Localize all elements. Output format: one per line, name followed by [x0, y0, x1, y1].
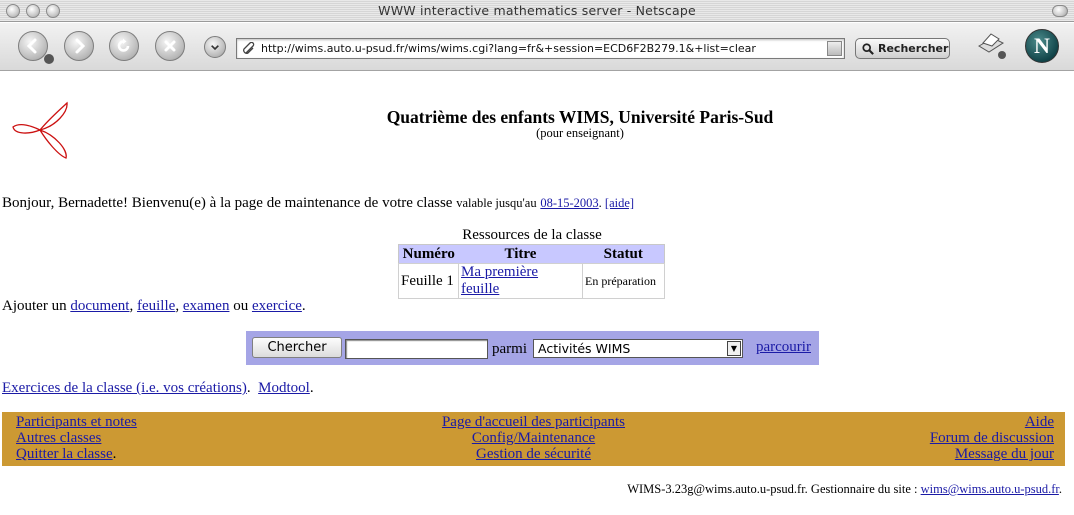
add-examen-link[interactable]: examen [183, 298, 230, 314]
participants-notes-link[interactable]: Participants et notes [16, 414, 137, 430]
reload-button[interactable] [109, 31, 139, 61]
footer-menu: Page d'accueil des participants Config/M… [2, 412, 1065, 466]
page-subtitle: (pour enseignant) [536, 126, 624, 140]
table-row: Feuille 1 Ma première feuille En prépara… [398, 263, 665, 299]
period: . [246, 380, 251, 396]
discussion-forum-link[interactable]: Forum de discussion [930, 430, 1054, 446]
printer-icon [978, 33, 1006, 59]
participants-homepage-link[interactable]: Page d'accueil des participants [442, 414, 625, 430]
resources-caption: Ressources de la classe [462, 227, 602, 243]
security-management-link[interactable]: Gestion de sécurité [476, 446, 591, 462]
comma: , [129, 298, 134, 314]
wims-logo [12, 101, 68, 159]
row-numero: Feuille 1 [398, 263, 459, 299]
sheet-title-link[interactable]: Ma première feuille [461, 264, 538, 297]
search-button[interactable]: Rechercher [855, 38, 950, 59]
search-scope-select[interactable]: Activités WIMS ▼ [533, 339, 743, 358]
or-word: ou [233, 298, 249, 314]
config-maintenance-link[interactable]: Config/Maintenance [472, 430, 595, 446]
period: . [598, 196, 602, 210]
class-exercises-link[interactable]: Exercices de la classe (i.e. vos créatio… [2, 380, 247, 396]
period: . [112, 446, 117, 462]
footer-menu-center: Page d'accueil des participants Config/M… [2, 414, 1065, 462]
footer-menu-right: Aide Forum de discussion Message du jour [930, 414, 1054, 462]
column-header-numero: Numéro [398, 244, 459, 264]
message-of-day-link[interactable]: Message du jour [930, 446, 1054, 462]
valid-until-label: valable jusqu'au [456, 196, 537, 210]
add-exercice-link[interactable]: exercice [252, 298, 302, 314]
add-resource-line: Ajouter un document, feuille, examen ou … [2, 298, 306, 315]
chercher-button[interactable]: Chercher [252, 337, 342, 358]
site-footer: WIMS-3.23g@wims.auto.u-psud.fr. Gestionn… [627, 482, 1062, 497]
search-input[interactable] [345, 339, 488, 359]
help-link[interactable]: [aide] [605, 196, 634, 210]
url-text: http://wims.auto.u-psud.fr/wims/wims.cgi… [261, 42, 756, 55]
period: . [301, 298, 306, 314]
column-header-titre: Titre [458, 244, 583, 264]
reload-icon [117, 38, 130, 52]
column-header-statut: Statut [582, 244, 665, 264]
paperclip-icon [243, 42, 255, 54]
admin-email-link[interactable]: wims@wims.auto.u-psud.fr [921, 482, 1059, 496]
toolbar-toggle-icon[interactable] [1052, 5, 1068, 17]
chevron-down-icon [211, 45, 219, 51]
other-classes-link[interactable]: Autres classes [16, 430, 137, 446]
page-title: Quatrième des enfants WIMS, Université P… [386, 107, 774, 127]
back-arrow-icon [26, 38, 37, 54]
period: . [1058, 482, 1062, 496]
magnifier-icon [862, 42, 874, 55]
search-bar: Chercher parmi Activités WIMS ▼ parcouri… [246, 331, 819, 365]
parmi-label: parmi [492, 341, 527, 357]
netscape-logo-icon[interactable]: N [1025, 29, 1059, 63]
search-button-label: Rechercher [878, 42, 949, 55]
url-dropdown-icon[interactable] [827, 41, 842, 56]
help-menu-link[interactable]: Aide [930, 414, 1054, 430]
window-titlebar: WWW interactive mathematics server - Net… [0, 0, 1074, 22]
modtool-link[interactable]: Modtool [258, 380, 310, 396]
print-button[interactable] [975, 28, 1007, 60]
comma: , [175, 298, 180, 314]
add-prefix: Ajouter un [2, 298, 67, 314]
row-statut: En préparation [582, 263, 665, 299]
back-history-icon[interactable] [44, 54, 54, 64]
welcome-text: Bonjour, Bernadette! Bienvenu(e) à la pa… [2, 195, 453, 211]
period: . [309, 380, 314, 396]
resources-table: Numéro Titre Statut Feuille 1 Ma premièr… [398, 244, 665, 299]
expiry-date-link[interactable]: 08-15-2003 [540, 196, 598, 210]
url-field[interactable]: http://wims.auto.u-psud.fr/wims/wims.cgi… [236, 38, 845, 59]
search-scope-value: Activités WIMS [538, 341, 631, 356]
exercices-line: Exercices de la classe (i.e. vos créatio… [2, 380, 314, 397]
forward-button[interactable] [64, 31, 94, 61]
site-footer-text: WIMS-3.23g@wims.auto.u-psud.fr. Gestionn… [627, 482, 918, 496]
add-document-link[interactable]: document [70, 298, 129, 314]
history-dropdown-button[interactable] [204, 36, 226, 58]
parcourir-link[interactable]: parcourir [756, 339, 811, 356]
welcome-line: Bonjour, Bernadette! Bienvenu(e) à la pa… [2, 195, 634, 212]
stop-button[interactable] [155, 31, 185, 61]
chevron-down-icon: ▼ [727, 341, 741, 356]
stop-icon [164, 40, 176, 52]
forward-arrow-icon [75, 38, 86, 54]
footer-menu-left: Participants et notes Autres classes Qui… [16, 414, 137, 462]
window-title: WWW interactive mathematics server - Net… [378, 3, 696, 18]
add-feuille-link[interactable]: feuille [137, 298, 175, 314]
quit-class-link[interactable]: Quitter la classe [16, 446, 113, 462]
browser-toolbar: http://wims.auto.u-psud.fr/wims/wims.cgi… [0, 23, 1074, 71]
